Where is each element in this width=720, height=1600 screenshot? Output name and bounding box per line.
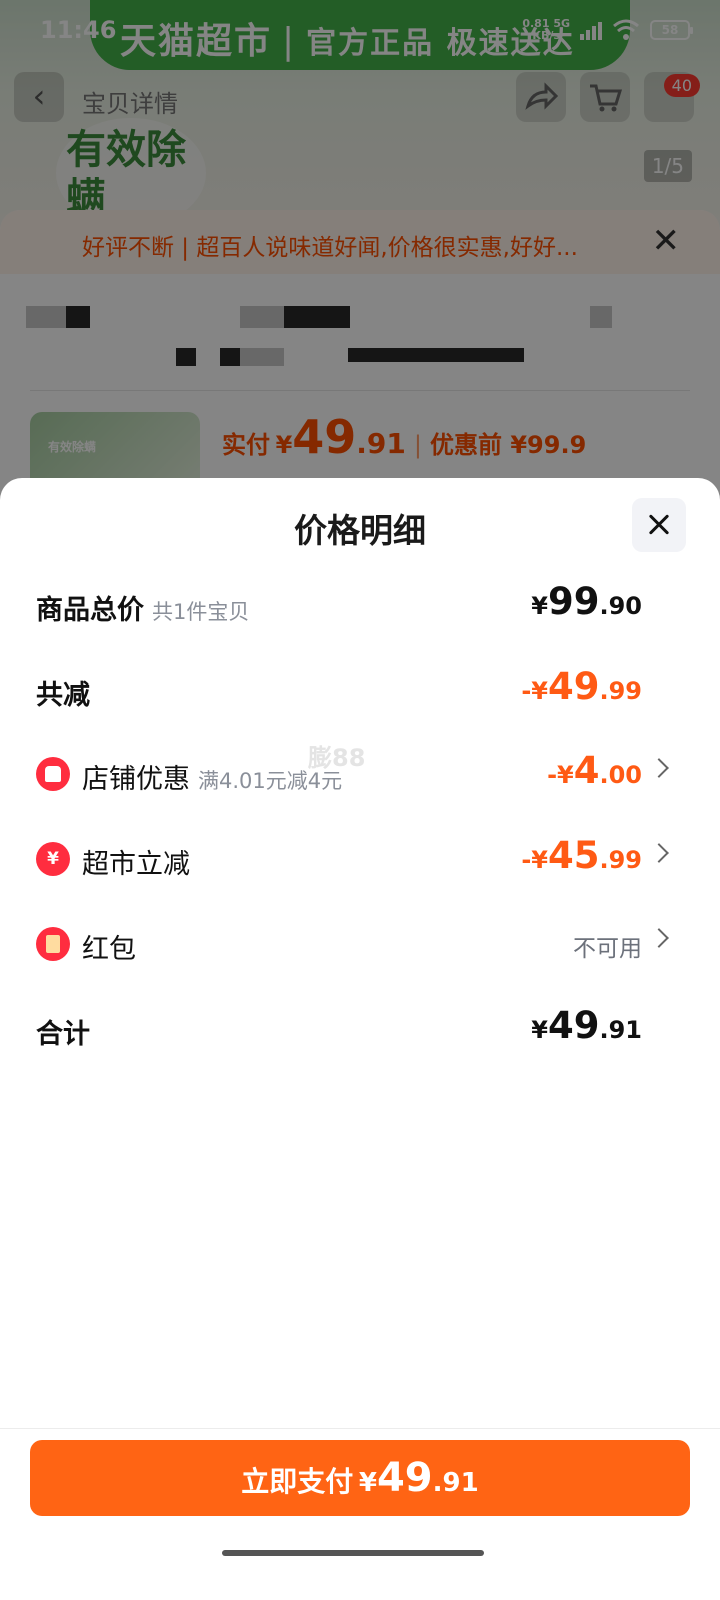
row-market-discount[interactable]: ¥ 超市立减 -¥45.99 — [36, 830, 686, 890]
chevron-right-icon — [649, 758, 669, 778]
sheet-title: 价格明细 — [294, 511, 426, 550]
row-grand-total: 合计 ¥49.91 — [36, 1000, 686, 1060]
total-price-amount: ¥99.90 — [531, 580, 642, 623]
total-discount-amount: -¥49.99 — [521, 665, 642, 708]
chevron-right-icon — [649, 843, 669, 863]
row-total-price: 商品总价 共1件宝贝 ¥99.90 — [36, 576, 686, 636]
market-discount-amount: -¥45.99 — [521, 834, 642, 877]
row-sub: 共1件宝贝 — [152, 600, 250, 624]
row-label: 超市立减 — [82, 849, 190, 880]
grand-total-amount: ¥49.91 — [531, 1004, 642, 1047]
shop-discount-amount: -¥4.00 — [547, 749, 642, 792]
row-label: 共减 — [36, 680, 90, 711]
row-label: 红包 — [82, 934, 136, 965]
row-label: 商品总价 共1件宝贝 — [36, 595, 250, 626]
red-packet-status: 不可用 — [573, 936, 642, 962]
row-total-discount: 共减 -¥49.99 — [36, 661, 686, 721]
price-detail-sheet: 价格明细 商品总价 共1件宝贝 ¥99.90 共减 -¥49.99 店铺优惠 满4.… — [0, 478, 720, 1600]
watermark: 膨88 — [308, 744, 366, 772]
row-red-packet[interactable]: 红包 不可用 — [36, 915, 686, 975]
chevron-right-icon — [649, 928, 669, 948]
row-label: 店铺优惠 满4.01元减4元 — [82, 764, 343, 795]
close-button[interactable] — [632, 498, 686, 552]
home-indicator[interactable] — [222, 1550, 484, 1556]
pay-now-button[interactable]: 立即支付 ¥49.91 — [30, 1440, 690, 1516]
yen-refresh-icon: ¥ — [36, 842, 70, 876]
footer-divider — [0, 1428, 720, 1429]
shop-icon — [36, 757, 70, 791]
red-packet-icon — [36, 927, 70, 961]
row-label: 合计 — [36, 1019, 90, 1050]
